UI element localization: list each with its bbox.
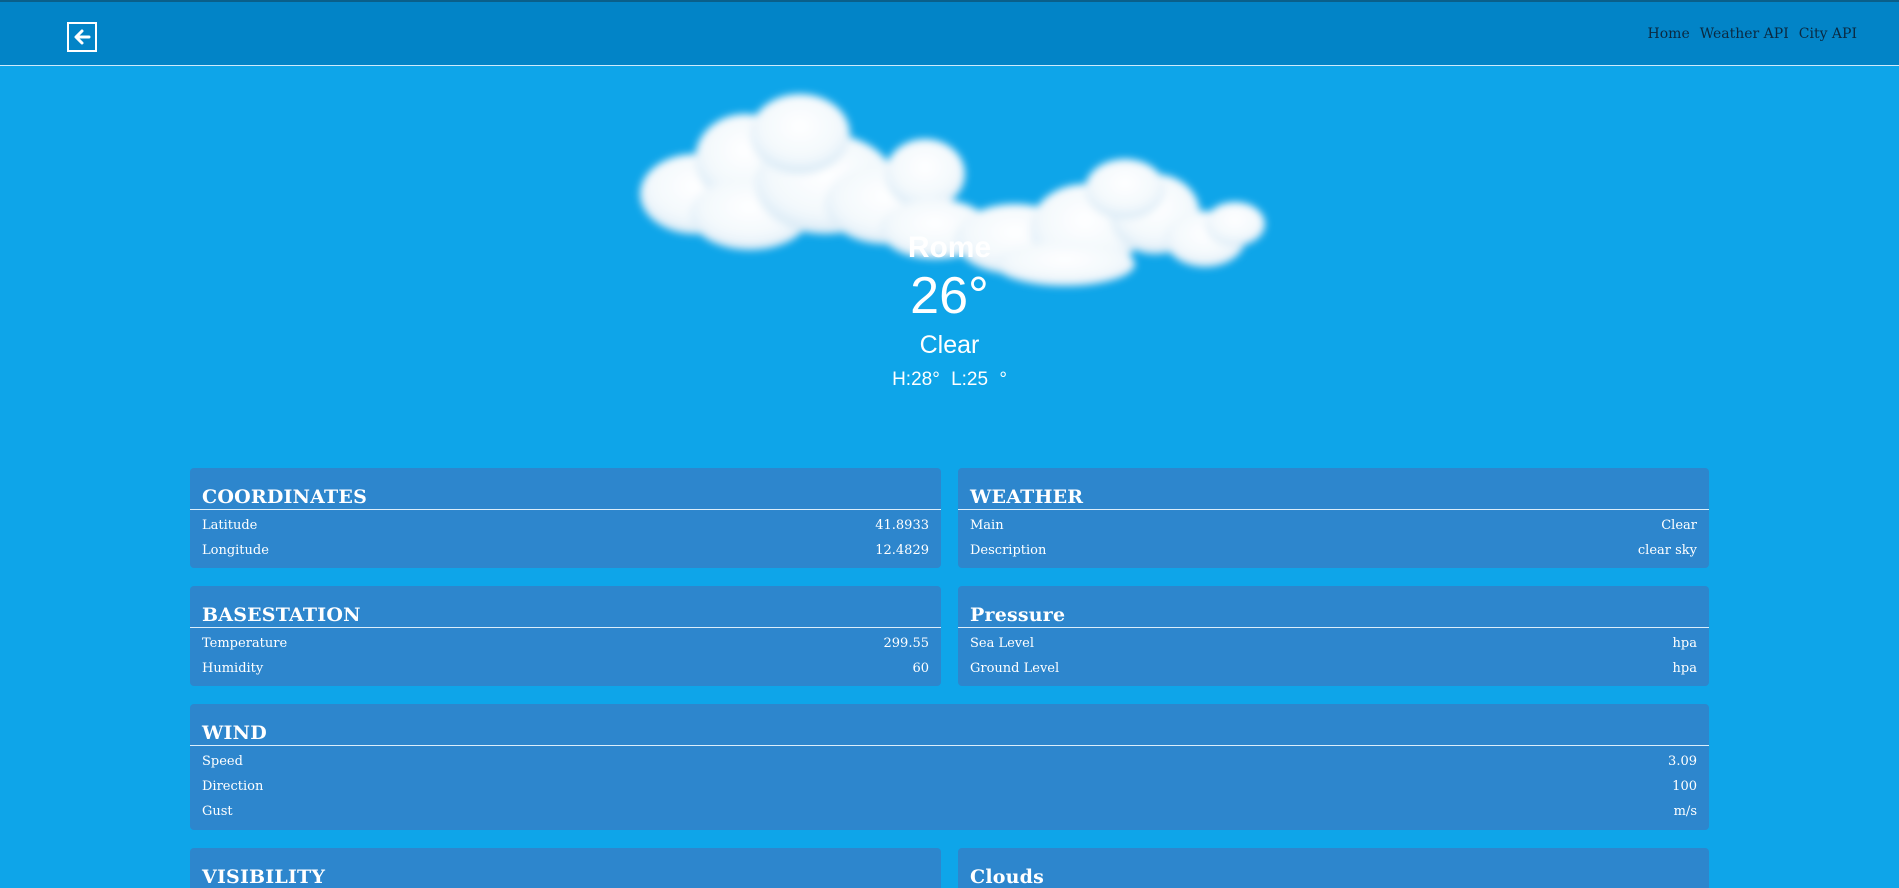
row-value: 299.55: [883, 636, 930, 651]
card-row: Main Clear: [958, 513, 1709, 538]
row-value: hpa: [1672, 661, 1697, 676]
pressure-card: Pressure Sea Level hpa Ground Level hpa: [958, 586, 1709, 686]
weather-hero: Rome 26° Clear H:28° L:25 °: [0, 66, 1899, 406]
city-name: Rome: [907, 231, 992, 264]
row-value: hpa: [1672, 636, 1697, 651]
back-button[interactable]: [67, 22, 97, 52]
card-row: Latitude 41.8933: [190, 513, 941, 538]
basestation-card: BASESTATION Temperature 299.55 Humidity …: [190, 586, 941, 686]
weather-card: WEATHER Main Clear Description clear sky: [958, 468, 1709, 568]
card-title: COORDINATES: [190, 468, 941, 510]
row-value: 60: [912, 661, 929, 676]
card-row: Temperature 299.55: [190, 631, 941, 656]
card-row: Direction 100: [190, 774, 1709, 799]
nav-city-api-link[interactable]: City API: [1799, 26, 1857, 42]
nav-links: Home Weather API City API: [1648, 26, 1857, 42]
card-row: Description clear sky: [958, 538, 1709, 563]
row-label: Direction: [202, 779, 264, 794]
card-title: Pressure: [958, 586, 1709, 628]
card-row: Ground Level hpa: [958, 656, 1709, 681]
row-label: Humidity: [202, 661, 264, 676]
row-label: Sea Level: [970, 636, 1035, 651]
row-value: m/s: [1673, 804, 1697, 819]
card-title: WIND: [190, 704, 1709, 746]
arrow-left-icon: [74, 29, 91, 45]
row-label: Temperature: [202, 636, 288, 651]
top-navbar: Home Weather API City API: [0, 0, 1899, 66]
row-value: 3.09: [1668, 754, 1697, 769]
row-value: 12.4829: [875, 543, 929, 558]
row-value: 100: [1672, 779, 1697, 794]
row-label: Latitude: [202, 518, 258, 533]
nav-weather-api-link[interactable]: Weather API: [1700, 26, 1789, 42]
row-label: Description: [970, 543, 1047, 558]
card-row: Longitude 12.4829: [190, 538, 941, 563]
card-row: Gust m/s: [190, 799, 1709, 824]
row-label: Main: [970, 518, 1004, 533]
visibility-card: VISIBILITY: [190, 848, 941, 888]
row-label: Speed: [202, 754, 243, 769]
row-value: 41.8933: [875, 518, 929, 533]
nav-home-link[interactable]: Home: [1648, 26, 1690, 42]
row-label: Gust: [202, 804, 233, 819]
card-row: Speed 3.09: [190, 749, 1709, 774]
high-low-temperature: H:28° L:25 °: [892, 369, 1007, 390]
row-label: Longitude: [202, 543, 269, 558]
card-row: Sea Level hpa: [958, 631, 1709, 656]
weather-condition: Clear: [919, 331, 980, 359]
card-title: Clouds: [970, 866, 1045, 888]
current-temperature: 26°: [910, 267, 989, 325]
card-title: WEATHER: [958, 468, 1709, 510]
coordinates-card: COORDINATES Latitude 41.8933 Longitude 1…: [190, 468, 941, 568]
card-title: BASESTATION: [190, 586, 941, 628]
card-title: VISIBILITY: [202, 866, 326, 888]
clouds-card: Clouds: [958, 848, 1709, 888]
row-label: Ground Level: [970, 661, 1060, 676]
row-value: clear sky: [1637, 543, 1697, 558]
wind-card: WIND Speed 3.09 Direction 100 Gust m/s: [190, 704, 1709, 830]
row-value: Clear: [1661, 518, 1697, 533]
card-row: Humidity 60: [190, 656, 941, 681]
